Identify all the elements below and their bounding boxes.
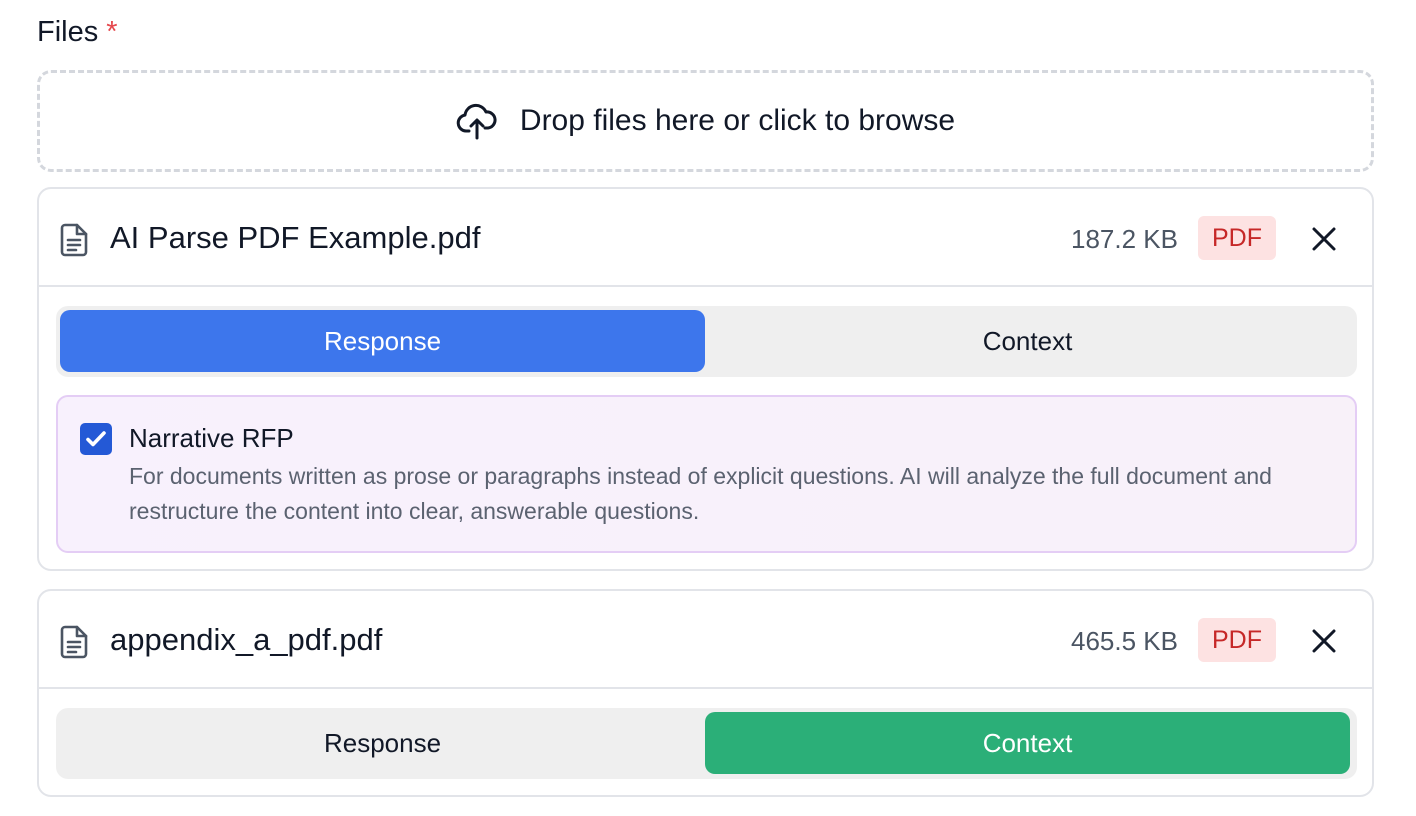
file-usage-toggle: Response Context: [56, 708, 1357, 779]
cloud-upload-icon: [456, 101, 498, 141]
dropzone-text: Drop files here or click to browse: [519, 104, 956, 137]
files-label-text: Files: [37, 16, 99, 48]
document-icon: [59, 223, 89, 257]
remove-file-button[interactable]: [1304, 219, 1344, 259]
checkmark-icon: [86, 431, 106, 447]
narrative-rfp-checkbox[interactable]: [80, 423, 112, 455]
file-card: AI Parse PDF Example.pdf 187.2 KB PDF Re…: [37, 187, 1374, 571]
file-name: AI Parse PDF Example.pdf: [110, 220, 481, 255]
file-type-badge: PDF: [1198, 618, 1276, 662]
file-size: 187.2 KB: [1071, 224, 1178, 254]
tab-response[interactable]: Response: [60, 310, 705, 372]
option-description: For documents written as prose or paragr…: [129, 463, 1272, 524]
tab-context[interactable]: Context: [705, 310, 1350, 372]
file-header: appendix_a_pdf.pdf 465.5 KB PDF: [39, 591, 1372, 689]
document-icon: [59, 625, 89, 659]
option-title: Narrative RFP: [129, 423, 294, 453]
file-card: appendix_a_pdf.pdf 465.5 KB PDF Response…: [37, 589, 1374, 797]
close-icon: [1312, 227, 1336, 251]
file-name: appendix_a_pdf.pdf: [110, 622, 383, 657]
tab-response[interactable]: Response: [60, 712, 705, 774]
files-label: Files *: [37, 12, 118, 52]
file-header: AI Parse PDF Example.pdf 187.2 KB PDF: [39, 189, 1372, 287]
file-size: 465.5 KB: [1071, 626, 1178, 656]
close-icon: [1312, 629, 1336, 653]
file-usage-toggle: Response Context: [56, 306, 1357, 377]
file-dropzone[interactable]: Drop files here or click to browse: [37, 70, 1374, 172]
tab-context[interactable]: Context: [705, 712, 1350, 774]
file-type-badge: PDF: [1198, 216, 1276, 260]
remove-file-button[interactable]: [1304, 621, 1344, 661]
required-asterisk: *: [106, 16, 118, 48]
narrative-rfp-option: Narrative RFP For documents written as p…: [56, 395, 1357, 553]
files-field: Files * Drop files here or click to brows…: [0, 0, 1416, 816]
